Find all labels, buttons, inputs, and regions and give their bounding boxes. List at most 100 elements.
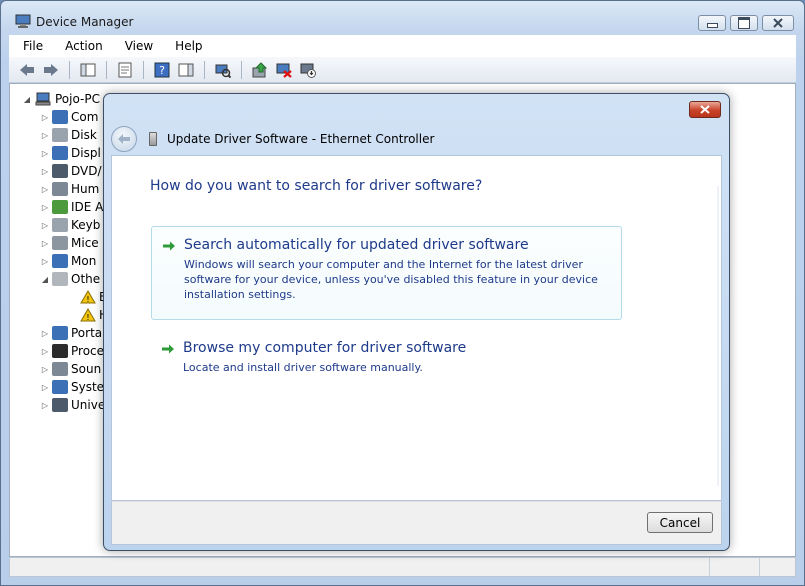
help-button[interactable]: ?: [152, 60, 172, 80]
tree-item-label: Com: [71, 110, 99, 124]
show-hide-tree-button[interactable]: [78, 60, 98, 80]
menu-view[interactable]: View: [111, 39, 161, 53]
portable-icon: [52, 326, 68, 340]
expand-icon[interactable]: ▷: [40, 257, 50, 266]
expand-icon[interactable]: ▷: [40, 347, 50, 356]
tree-item-label: Mice: [71, 236, 99, 250]
computer-icon: [52, 110, 68, 124]
menu-help[interactable]: Help: [161, 39, 210, 53]
dialog-back-button[interactable]: [111, 126, 137, 152]
sound-icon: [52, 362, 68, 376]
expand-icon[interactable]: ▷: [40, 221, 50, 230]
dialog-scroll-edge: [717, 186, 719, 486]
action-pane-button[interactable]: [176, 60, 196, 80]
processor-icon: [52, 344, 68, 358]
warning-device-icon: !: [80, 308, 96, 322]
collapse-icon[interactable]: ◢: [22, 95, 32, 104]
tree-item-label: Unive: [71, 398, 106, 412]
back-arrow-icon: [118, 134, 130, 144]
browse-computer-option[interactable]: Browse my computer for driver software L…: [151, 330, 622, 390]
cancel-button[interactable]: Cancel: [647, 512, 713, 533]
expand-icon[interactable]: ▷: [40, 149, 50, 158]
collapse-icon[interactable]: ◢: [40, 275, 50, 284]
search-automatically-option[interactable]: Search automatically for updated driver …: [151, 226, 622, 320]
action-pane-icon: [178, 63, 194, 76]
show-hide-tree-icon: [80, 63, 96, 76]
forward-icon: [44, 63, 58, 76]
green-arrow-icon: [163, 241, 175, 251]
expand-icon[interactable]: ▷: [40, 383, 50, 392]
status-bar: [9, 557, 796, 577]
minimize-button[interactable]: [698, 15, 726, 31]
properties-icon: [118, 62, 132, 77]
expand-icon[interactable]: ▷: [40, 401, 50, 410]
tree-item-label: Disk: [71, 128, 97, 142]
window-title: Device Manager: [36, 15, 134, 29]
green-arrow-icon: [162, 344, 174, 354]
expand-icon[interactable]: ▷: [40, 185, 50, 194]
close-button[interactable]: [762, 15, 794, 31]
title-bar[interactable]: Device Manager: [1, 1, 804, 35]
tree-item-label: Displ: [71, 146, 101, 160]
ide-icon: [52, 200, 68, 214]
update-driver-button[interactable]: [250, 60, 270, 80]
computer-root-icon: [35, 92, 51, 106]
toolbar-separator: [204, 60, 205, 79]
expand-icon[interactable]: ▷: [40, 365, 50, 374]
forward-button[interactable]: [41, 60, 61, 80]
expand-icon[interactable]: ▷: [40, 131, 50, 140]
disk-icon: [52, 128, 68, 142]
disable-button[interactable]: [298, 60, 318, 80]
expand-icon[interactable]: ▷: [40, 203, 50, 212]
close-icon: [700, 105, 710, 114]
option-description: Windows will search your computer and th…: [184, 258, 598, 301]
expand-icon[interactable]: ▷: [40, 167, 50, 176]
usb-icon: [52, 398, 68, 412]
tree-item-label: Porta: [71, 326, 103, 340]
expand-icon[interactable]: ▷: [40, 239, 50, 248]
display-icon: [52, 146, 68, 160]
back-button[interactable]: [17, 60, 37, 80]
hid-icon: [52, 182, 68, 196]
scan-hardware-button[interactable]: [213, 60, 233, 80]
update-driver-dialog: Update Driver Software - Ethernet Contro…: [103, 93, 730, 551]
svg-text:!: !: [86, 295, 89, 304]
toolbar-separator: [69, 60, 70, 79]
scan-hardware-icon: [215, 64, 231, 78]
option-description: Locate and install driver software manua…: [183, 361, 423, 374]
option-title: Search automatically for updated driver …: [184, 237, 529, 253]
dialog-heading: How do you want to search for driver sof…: [150, 178, 483, 194]
properties-button[interactable]: [115, 60, 135, 80]
dialog-title: Update Driver Software - Ethernet Contro…: [167, 132, 435, 146]
tree-item-label: Mon: [71, 254, 97, 268]
mouse-icon: [52, 236, 68, 250]
uninstall-button[interactable]: [274, 60, 294, 80]
status-cell: [10, 558, 710, 576]
svg-text:!: !: [86, 313, 89, 322]
expand-icon[interactable]: ▷: [40, 329, 50, 338]
close-icon: [773, 18, 783, 28]
monitor-icon: [52, 254, 68, 268]
status-cell: [710, 558, 760, 576]
ethernet-device-icon: [149, 132, 157, 146]
tree-item-label: Hum: [71, 182, 100, 196]
toolbar-separator: [106, 60, 107, 79]
tree-item-label: Syste: [71, 380, 105, 394]
expand-icon[interactable]: ▷: [40, 113, 50, 122]
tree-item-label: Keyb: [71, 218, 101, 232]
uninstall-icon: [276, 63, 292, 78]
toolbar-separator: [241, 60, 242, 79]
tree-root-label: Pojo-PC: [55, 92, 100, 106]
toolbar: ?: [9, 57, 796, 83]
other-devices-icon: [52, 272, 68, 286]
dialog-header: Update Driver Software - Ethernet Contro…: [111, 123, 722, 155]
dialog-footer: Cancel: [111, 501, 722, 545]
tree-item-label: IDE A: [71, 200, 104, 214]
keyboard-icon: [52, 218, 68, 232]
menu-action[interactable]: Action: [51, 39, 111, 53]
update-driver-icon: [252, 61, 268, 77]
menu-file[interactable]: File: [9, 39, 51, 53]
dialog-close-button[interactable]: [689, 101, 721, 118]
maximize-button[interactable]: [730, 15, 758, 31]
tree-item-label: Othe: [71, 272, 101, 286]
